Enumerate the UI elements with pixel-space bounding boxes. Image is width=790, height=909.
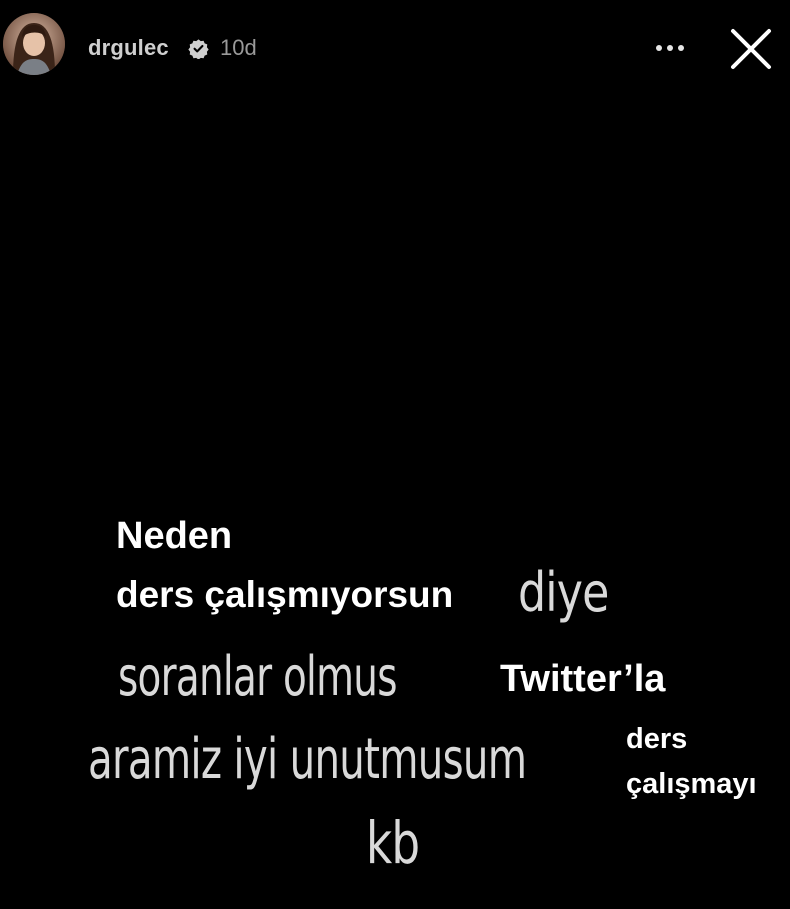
more-horizontal-icon (656, 45, 684, 51)
close-icon (731, 29, 771, 69)
original-text-soranlar-olmus: soranlar olmus (118, 645, 397, 708)
story-header: drgulec 10d (0, 0, 790, 95)
close-button[interactable] (722, 20, 780, 78)
original-text-diye: diye (518, 561, 609, 624)
overlay-text-twitterla: Twitter’la (500, 658, 666, 700)
more-options-button[interactable] (650, 30, 690, 66)
original-text-aramiz-iyi-unutmusum: aramiz iyi unutmusum (88, 727, 527, 792)
original-text-kb: kb (366, 809, 420, 877)
username[interactable]: drgulec (88, 34, 169, 62)
avatar-image (3, 13, 65, 75)
story-time: 10d (220, 35, 257, 60)
overlay-text-ders: ders (626, 723, 688, 755)
avatar[interactable] (3, 13, 65, 75)
overlay-text-calismayi: çalışmayı (626, 768, 757, 800)
verified-badge-icon (188, 39, 209, 59)
overlay-text-neden: Neden (116, 515, 233, 557)
overlay-text-ders-calismiyorsun: ders çalışmıyorsun (116, 574, 454, 615)
